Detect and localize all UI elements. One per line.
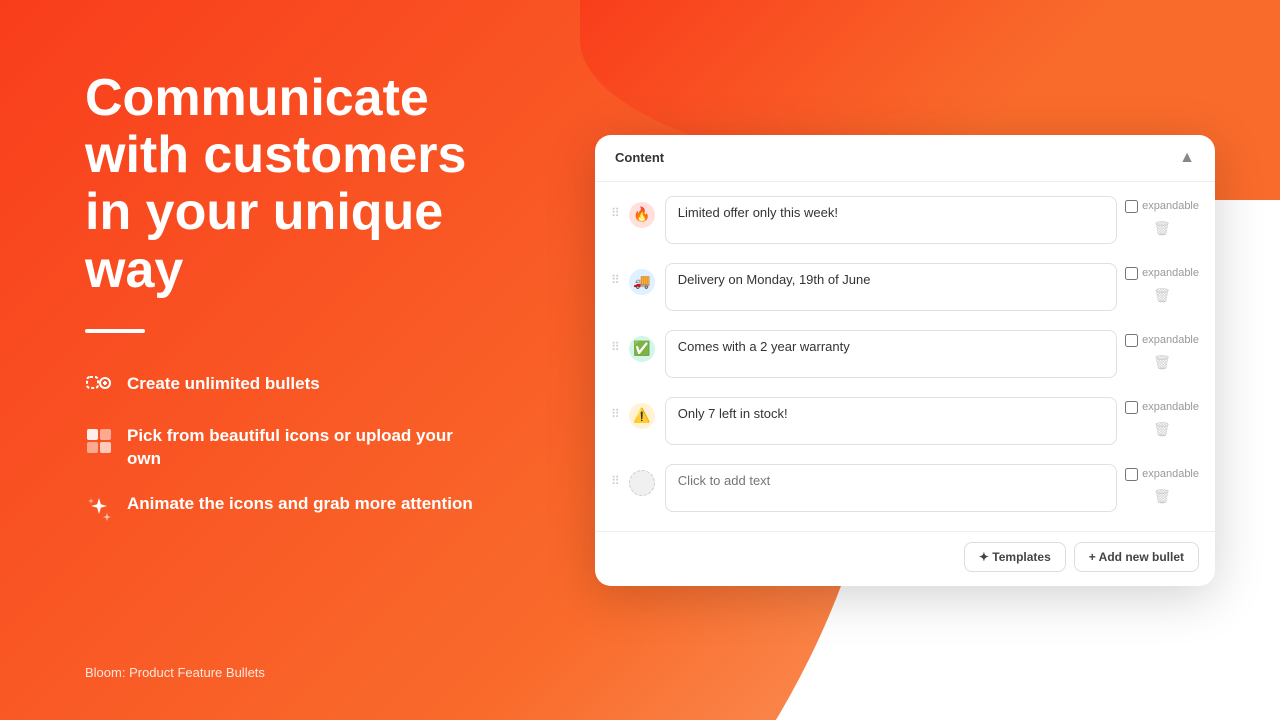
expandable-checkbox-1[interactable]	[1125, 200, 1138, 213]
expandable-label-5: expandable	[1125, 468, 1199, 481]
drag-handle[interactable]: ⠿	[611, 407, 619, 421]
bullet-icon-truck: 🚚	[629, 269, 655, 295]
bullet-controls-3: expandable 🗑	[1125, 334, 1199, 375]
bullet-icon-checkmark: ✅	[629, 336, 655, 362]
expandable-text-4: expandable	[1142, 401, 1199, 413]
right-panel: Content ▲ ⠿ 🔥 Limited offer only this we…	[550, 0, 1280, 720]
bullet-text-area	[665, 464, 1117, 517]
content-card: Content ▲ ⠿ 🔥 Limited offer only this we…	[595, 135, 1215, 586]
bullet-controls-2: expandable 🗑	[1125, 267, 1199, 308]
drag-handle[interactable]: ⠿	[611, 206, 619, 220]
drag-handle[interactable]: ⠿	[611, 273, 619, 287]
expandable-label-4: expandable	[1125, 401, 1199, 414]
bullet-icon-fire: 🔥	[629, 202, 655, 228]
delete-button-5[interactable]: 🗑	[1150, 485, 1174, 509]
bullet-input-2[interactable]: Delivery on Monday, 19th of June	[665, 263, 1117, 311]
bullet-controls-1: expandable 🗑	[1125, 200, 1199, 241]
bullet-text-area: Delivery on Monday, 19th of June	[665, 263, 1117, 316]
left-panel: Communicate with customers in your uniqu…	[0, 0, 550, 720]
bullet-row: ⠿ ✅ Comes with a 2 year warranty expanda…	[611, 326, 1199, 387]
feature-item-unlimited-bullets: Create unlimited bullets	[85, 373, 490, 403]
bullet-input-1[interactable]: Limited offer only this week!	[665, 196, 1117, 244]
bullet-row: ⠿ 🚚 Delivery on Monday, 19th of June exp…	[611, 259, 1199, 320]
card-footer: ✦ Templates + Add new bullet	[595, 531, 1215, 586]
expandable-text-1: expandable	[1142, 200, 1199, 212]
feature-text-icons: Pick from beautiful icons or upload your…	[127, 425, 490, 471]
brand-name: Bloom: Product Feature Bullets	[85, 645, 490, 680]
drag-handle[interactable]: ⠿	[611, 474, 619, 488]
bullet-icon-warning: ⚠️	[629, 403, 655, 429]
expandable-label-3: expandable	[1125, 334, 1199, 347]
bullet-icon-wrap[interactable]: ✅	[627, 334, 657, 364]
templates-button[interactable]: ✦ Templates	[964, 542, 1066, 572]
bullet-icon-wrap[interactable]	[627, 468, 657, 498]
add-bullet-button[interactable]: + Add new bullet	[1074, 542, 1199, 572]
bullet-input-4[interactable]: Only 7 left in stock!	[665, 397, 1117, 445]
expandable-text-3: expandable	[1142, 334, 1199, 346]
bullet-input-5[interactable]	[665, 464, 1117, 512]
card-title: Content	[615, 150, 664, 165]
headline: Communicate with customers in your uniqu…	[85, 70, 490, 299]
bullets-icon	[85, 375, 113, 403]
expandable-checkbox-5[interactable]	[1125, 468, 1138, 481]
card-body: ⠿ 🔥 Limited offer only this week! expand…	[595, 182, 1215, 531]
icons-icon	[85, 427, 113, 455]
delete-button-3[interactable]: 🗑	[1150, 351, 1174, 375]
bullet-text-area: Only 7 left in stock!	[665, 397, 1117, 450]
expandable-checkbox-3[interactable]	[1125, 334, 1138, 347]
collapse-button[interactable]: ▲	[1179, 149, 1195, 167]
bullet-icon-wrap[interactable]: ⚠️	[627, 401, 657, 431]
bullet-text-area: Comes with a 2 year warranty	[665, 330, 1117, 383]
bullet-input-3[interactable]: Comes with a 2 year warranty	[665, 330, 1117, 378]
bullet-icon-wrap[interactable]: 🔥	[627, 200, 657, 230]
divider	[85, 329, 145, 333]
bullet-row: ⠿ expandable 🗑	[611, 460, 1199, 521]
feature-text-unlimited-bullets: Create unlimited bullets	[127, 373, 320, 396]
drag-handle[interactable]: ⠿	[611, 340, 619, 354]
bullet-row: ⠿ ⚠️ Only 7 left in stock! expandable 🗑	[611, 393, 1199, 454]
expandable-checkbox-2[interactable]	[1125, 267, 1138, 280]
delete-button-1[interactable]: 🗑	[1150, 217, 1174, 241]
expandable-text-2: expandable	[1142, 267, 1199, 279]
expandable-label-1: expandable	[1125, 200, 1199, 213]
feature-text-animate: Animate the icons and grab more attentio…	[127, 493, 473, 516]
expandable-checkbox-4[interactable]	[1125, 401, 1138, 414]
delete-button-4[interactable]: 🗑	[1150, 418, 1174, 442]
bullet-icon-empty	[629, 470, 655, 496]
feature-item-icons: Pick from beautiful icons or upload your…	[85, 425, 490, 471]
bullet-controls-4: expandable 🗑	[1125, 401, 1199, 442]
bullet-controls-5: expandable 🗑	[1125, 468, 1199, 509]
bullet-row: ⠿ 🔥 Limited offer only this week! expand…	[611, 192, 1199, 253]
bullet-text-area: Limited offer only this week!	[665, 196, 1117, 249]
bullet-icon-wrap[interactable]: 🚚	[627, 267, 657, 297]
animate-icon	[85, 495, 113, 523]
expandable-text-5: expandable	[1142, 468, 1199, 480]
card-header: Content ▲	[595, 135, 1215, 182]
page-wrapper: Communicate with customers in your uniqu…	[0, 0, 1280, 720]
features-list: Create unlimited bullets Pick from beaut…	[85, 373, 490, 523]
expandable-label-2: expandable	[1125, 267, 1199, 280]
feature-item-animate: Animate the icons and grab more attentio…	[85, 493, 490, 523]
delete-button-2[interactable]: 🗑	[1150, 284, 1174, 308]
